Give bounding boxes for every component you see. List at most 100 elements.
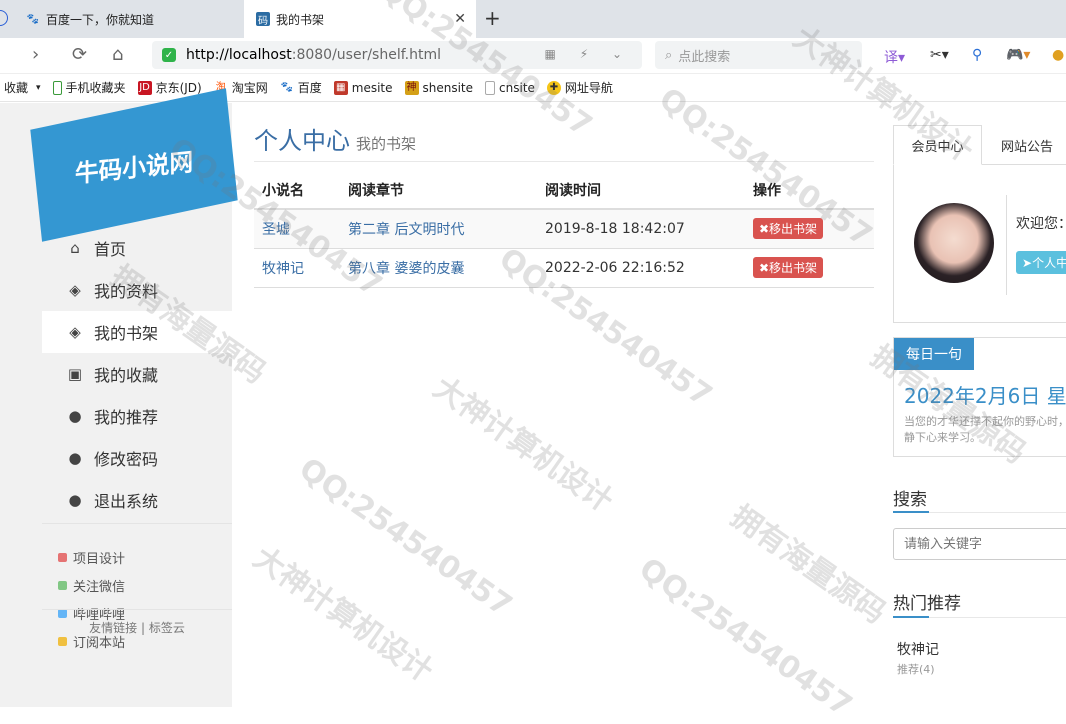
tab-baidu[interactable]: 🐾 百度一下，你就知道 [0,0,244,38]
sidebar-item-label: 我的收藏 [94,366,159,385]
url-bar[interactable]: ✓ http://localhost:8080/user/shelf.html … [152,41,642,69]
bookmark-label: 淘宝网 [231,81,268,95]
sidebar-item-recommend[interactable]: ● 我的推荐 [42,395,232,437]
bookmark-label: 手机收藏夹 [65,81,126,95]
baidu-icon: 🐾 [280,81,293,93]
bookmark-mobile[interactable]: 手机收藏夹 [52,79,126,96]
read-time: 2022-2-06 22:16:52 [545,259,685,276]
column-header: 阅读章节 [340,171,537,210]
reload-icon[interactable]: ⟳ [72,44,87,65]
tab-announcement[interactable]: 网站公告 [987,125,1066,165]
keyword-search-input[interactable] [893,528,1066,560]
remove-from-shelf-button[interactable]: ✖移出书架 [753,218,824,240]
globe-icon: ● [68,449,82,467]
novel-name-link[interactable]: 圣墟 [262,222,290,238]
sidebar-links: 项目设计 关注微信 哔哩哔哩 订阅本站 [58,543,228,655]
read-time: 2019-8-18 18:42:07 [545,220,685,237]
browser-search-input[interactable]: ⌕ 点此搜索 [655,41,862,69]
sidebar-item-home[interactable]: ⌂ 首页 [42,227,232,269]
jd-icon: JD [137,80,152,95]
bookmark-cnsite[interactable]: cnsite [485,80,535,95]
browser-search-placeholder: 点此搜索 [678,49,731,65]
globe-icon: ● [68,491,82,509]
daily-date: 2022年2月6日 星期 [904,384,1066,408]
chapter-link[interactable]: 第二章 后文明时代 [348,222,464,238]
sidebar-divider [42,609,232,610]
scissors-icon[interactable]: ✂▾ [930,47,949,63]
sidebar-item-label: 我的书架 [94,324,159,343]
bookmark-mesite[interactable]: ▦ mesite [333,80,393,95]
gamepad-icon[interactable]: 🎮▾ [1006,47,1030,63]
remove-from-shelf-button[interactable]: ✖移出书架 [753,257,824,278]
forward-icon[interactable]: › [32,44,39,65]
logo-text: 牛码小说网 [74,146,194,188]
sidebar-item-label: 修改密码 [94,450,159,469]
page-title: 个人中心 [254,127,350,155]
url-path: :8080/user/shelf.html [291,47,441,63]
site-logo[interactable]: 牛码小说网 [30,88,238,242]
home-icon: ⌂ [70,239,80,257]
table-row: 圣墟 第二章 后文明时代 2019-8-18 18:42:07 ✖移出书架 [254,209,874,249]
bookmark-label: 百度 [297,81,322,95]
personal-center-button[interactable]: ➤个人中 [1016,251,1066,274]
bookmark-nav[interactable]: ✚ 网址导航 [546,79,613,96]
button-label: 个人中 [1032,256,1066,270]
daily-quote-text: 当您的才华还撑不起你的野心时，请静下心来学习。 [904,415,1066,444]
page-subtitle: 我的书架 [356,135,417,153]
left-sidebar: 牛码小说网 ⌂ 首页 ◈ 我的资料 ◈ 我的书架 ▣ 我的收藏 ● 我的推荐 ●… [0,88,238,707]
bookmark-label: mesite [351,80,393,95]
translate-icon[interactable]: 译▾ [884,47,905,67]
novel-name-link[interactable]: 牧神记 [262,261,304,277]
bookmark-shensite[interactable]: 神 shensite [404,80,474,95]
red-dot-icon [58,552,67,562]
page-content: 牛码小说网 ⌂ 首页 ◈ 我的资料 ◈ 我的书架 ▣ 我的收藏 ● 我的推荐 ●… [0,88,1066,707]
url-host: http://localhost [186,47,292,63]
browser-tab-strip: 🐾 百度一下，你就知道 码 我的书架 ✕ + [0,0,1066,38]
new-tab-button[interactable]: + [484,6,501,30]
tab-shelf[interactable]: 码 我的书架 ✕ [244,0,476,38]
sidebar-item-logout[interactable]: ● 退出系统 [42,479,232,521]
address-toolbar: › ⟳ ⌂ ✓ http://localhost:8080/user/shelf… [0,38,1066,74]
member-panel: 欢迎您： ➤个人中 [893,165,1066,323]
send-icon: ➤ [1022,256,1033,270]
sidebar-item-profile[interactable]: ◈ 我的资料 [42,269,232,311]
bookmark-icon: ▦ [333,80,348,95]
bookmark-label: 京东(JD) [155,81,202,95]
link-project-design[interactable]: 项目设计 [58,543,144,571]
column-header: 操作 [745,171,874,210]
bookmark-favorites[interactable]: 收藏 ▾ [4,79,41,96]
sidebar-item-favorites[interactable]: ▣ 我的收藏 [42,353,232,395]
tab-title: 百度一下，你就知道 [46,12,155,27]
eraser-icon: ◈ [69,323,81,341]
home-icon[interactable]: ⌂ [112,44,123,65]
coin-icon[interactable]: ● [1052,47,1064,63]
page-heading: 个人中心 我的书架 [254,121,416,156]
dropdown-icon: ▾ [36,82,41,93]
bookmark-label: 网址导航 [564,81,613,95]
sidebar-item-label: 退出系统 [94,492,159,511]
sidebar-item-bookshelf[interactable]: ◈ 我的书架 [42,311,232,353]
bookmark-label: shensite [422,80,474,95]
bookmark-label: 收藏 [4,81,29,95]
hot-item-link[interactable]: 牧神记 [897,639,939,659]
globe-icon: ● [68,407,82,425]
sidebar-divider [42,523,232,524]
bookmark-baidu[interactable]: 🐾 百度 [280,79,322,96]
sidebar-strip [0,103,42,707]
panel-divider [1006,195,1007,295]
yellow-dot-icon [58,636,67,646]
magnifier-icon[interactable]: ⚲ [972,47,982,63]
bookmark-jd[interactable]: JD 京东(JD) [137,79,202,96]
sidebar-item-password[interactable]: ● 修改密码 [42,437,232,479]
tab-member-center[interactable]: 会员中心 [893,125,982,165]
link-wechat[interactable]: 关注微信 [58,571,144,599]
avatar [914,203,994,283]
footer-links[interactable]: 友情链接 | 标签云 [42,619,232,636]
nav-icon: ✚ [546,80,561,95]
security-shield-icon: ✓ [162,48,176,62]
url-actions-icon[interactable]: ▦ ⚡ ⌄ [545,47,632,61]
close-tab-icon[interactable]: ✕ [454,11,466,27]
chapter-link[interactable]: 第八章 婆婆的皮囊 [348,261,464,277]
link-label: 关注微信 [73,579,126,595]
member-tabs: 会员中心 网站公告 [893,125,1066,165]
